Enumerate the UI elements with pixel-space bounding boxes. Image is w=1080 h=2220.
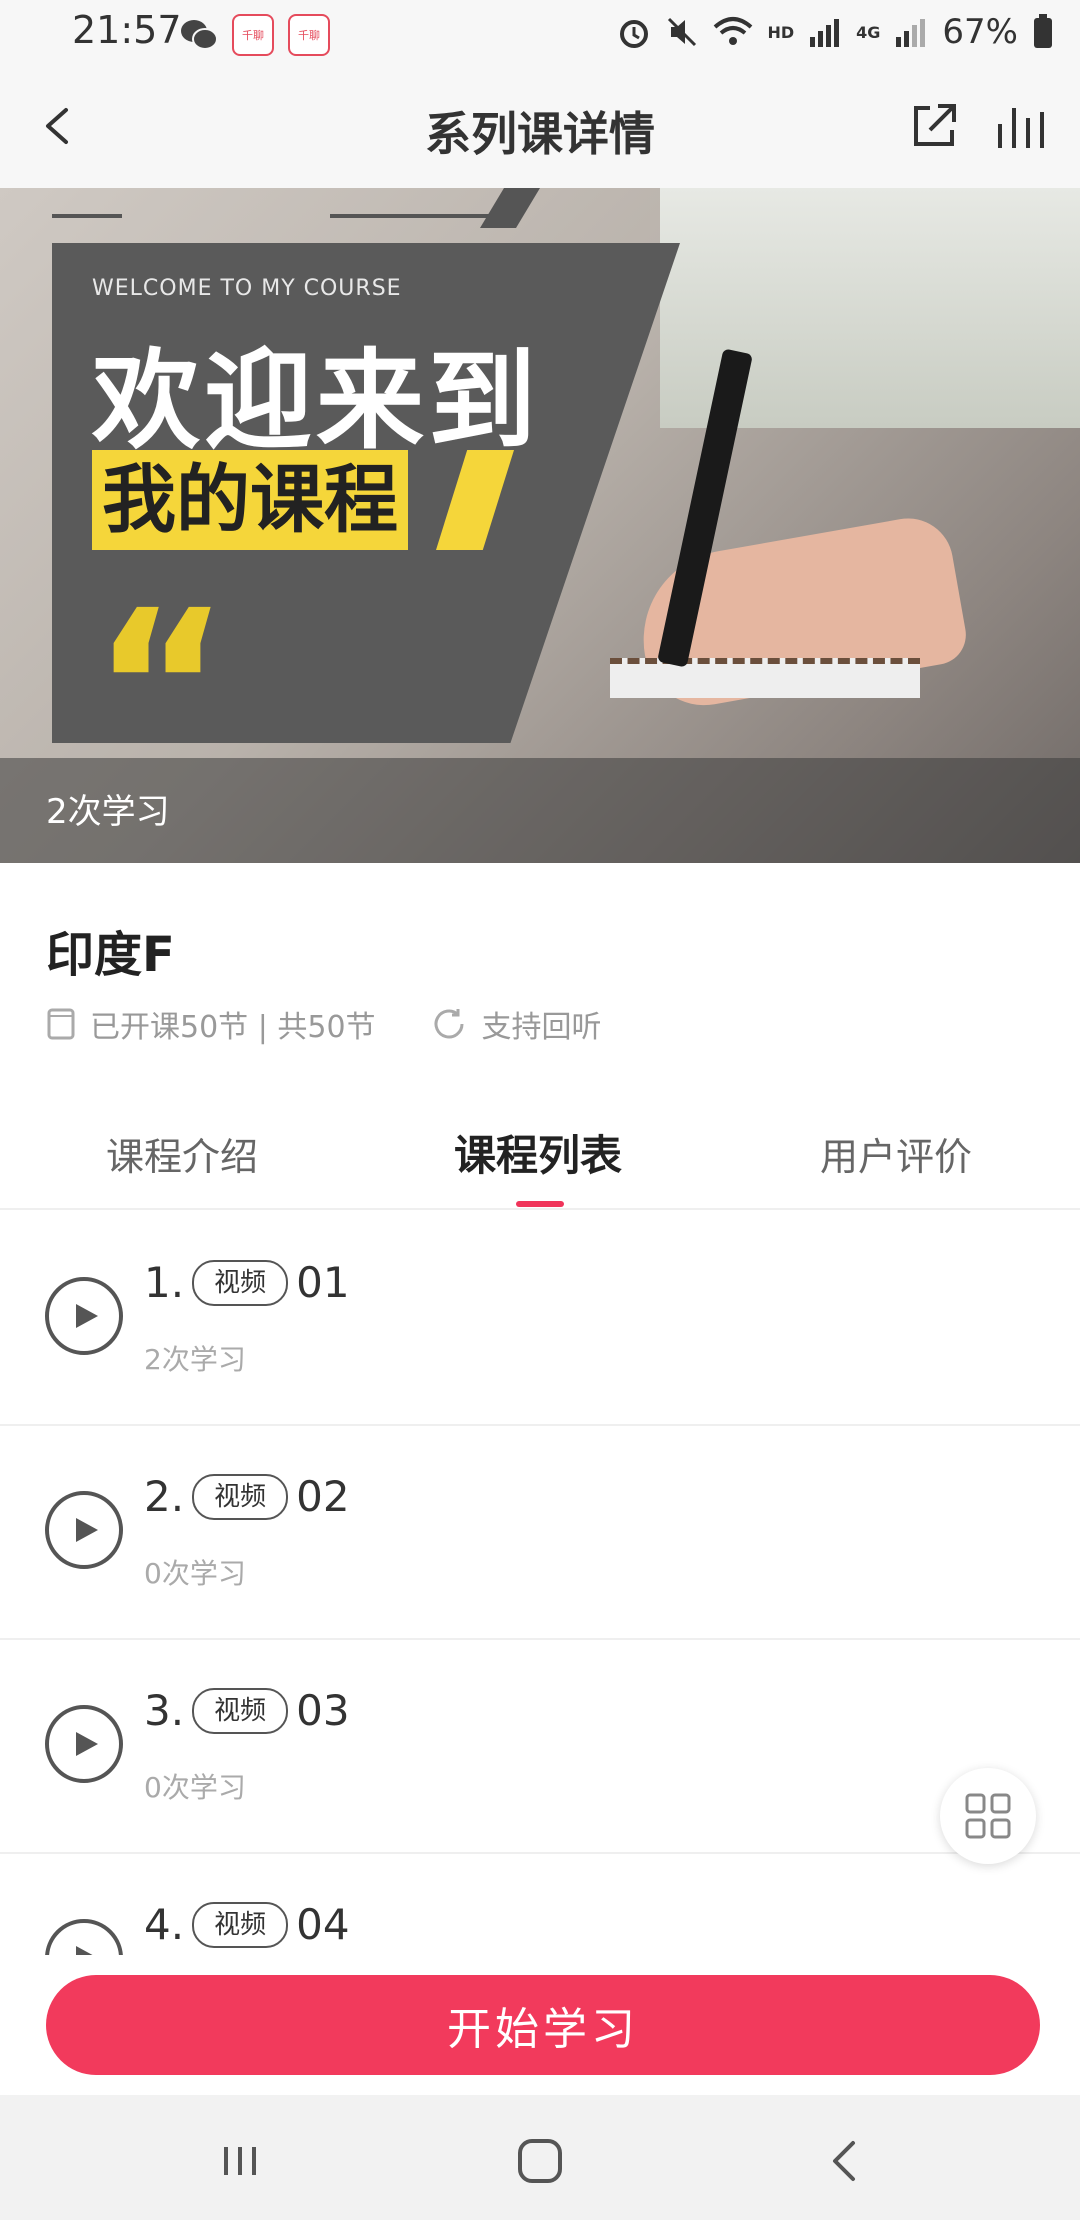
- status-bar: 21:57 千聊 千聊 HD 4G 67%: [0, 0, 1080, 66]
- lesson-index: 2.: [144, 1472, 185, 1521]
- home-icon[interactable]: [510, 2131, 570, 2191]
- lesson-title: 04: [296, 1900, 350, 1949]
- lesson-item[interactable]: 3. 视频 03 0次学习: [0, 1638, 1080, 1854]
- lesson-title-line: 2. 视频 02: [144, 1472, 350, 1521]
- signal-icon-2: [896, 19, 926, 47]
- lesson-title-line: 1. 视频 01: [144, 1258, 350, 1307]
- battery-icon: [1034, 14, 1052, 48]
- video-tag: 视频: [192, 1473, 289, 1520]
- qianliao-app-icon: 千聊: [232, 14, 274, 56]
- banner-headline: 欢迎来到: [92, 339, 541, 464]
- course-banner: WELCOME TO MY COURSE 欢迎来到 我的课程 “ 2次学习: [0, 188, 1080, 863]
- start-learning-button[interactable]: 开始学习: [46, 1975, 1040, 2075]
- qianliao-app-icon-2: 千聊: [288, 14, 330, 56]
- tab-user-reviews[interactable]: 用户评价: [820, 1126, 972, 1181]
- banner-decoration-line: [52, 214, 122, 218]
- banner-subheadline: 我的课程: [92, 450, 408, 550]
- video-tag: 视频: [192, 1901, 289, 1948]
- banner-decoration-slash: [480, 188, 540, 228]
- refresh-icon: [434, 1009, 464, 1039]
- lesson-study-count: 0次学习: [144, 1771, 246, 1804]
- lesson-title: 01: [296, 1258, 350, 1307]
- tab-course-list[interactable]: 课程列表: [454, 1122, 622, 1183]
- lesson-title-line: 4. 视频 04: [144, 1900, 350, 1949]
- course-title: 印度F: [46, 927, 175, 983]
- lesson-index: 4.: [144, 1900, 185, 1949]
- banner-notebook: [610, 658, 920, 698]
- lesson-item[interactable]: 1. 视频 01 2次学习: [0, 1210, 1080, 1426]
- lesson-index: 1.: [144, 1258, 185, 1307]
- video-tag: 视频: [192, 1259, 289, 1306]
- lesson-list: 1. 视频 01 2次学习 2. 视频 02 0次学习 3. 视频 03 0次学…: [0, 1210, 1080, 1955]
- network-label: 4G: [856, 22, 881, 42]
- lesson-title-line: 3. 视频 03: [144, 1686, 350, 1735]
- share-external-icon[interactable]: [906, 98, 962, 154]
- replay-info: 支持回听: [481, 1010, 602, 1045]
- lesson-study-count: 0次学习: [144, 1557, 246, 1590]
- top-bar: 系列课详情: [0, 66, 1080, 188]
- course-meta: 已开课50节 | 共50节 支持回听: [46, 1002, 602, 1046]
- alarm-icon: [620, 20, 649, 48]
- back-nav-icon[interactable]: [815, 2131, 875, 2191]
- play-circle-icon[interactable]: [44, 1490, 124, 1570]
- lesson-index: 3.: [144, 1686, 185, 1735]
- bottom-action-bar: 开始学习: [0, 1955, 1080, 2095]
- wechat-icon: [181, 20, 218, 50]
- lesson-study-count: 2次学习: [144, 1343, 246, 1376]
- recent-apps-icon[interactable]: [210, 2131, 270, 2191]
- banner-decoration-line: [330, 214, 490, 218]
- video-tag: 视频: [192, 1687, 289, 1734]
- wifi-icon: [714, 17, 753, 45]
- document-icon: [47, 1008, 75, 1040]
- mute-icon: [668, 17, 697, 47]
- signal-icon: [810, 19, 840, 47]
- lesson-title: 03: [296, 1686, 350, 1735]
- notification-icons: 千聊 千聊: [180, 14, 330, 56]
- grid-menu-button[interactable]: [940, 1768, 1036, 1864]
- battery-percent: 67%: [942, 12, 1018, 52]
- play-circle-icon[interactable]: [44, 1704, 124, 1784]
- lessons-info: 已开课50节 | 共50节: [90, 1010, 376, 1045]
- banner-welcome-text: WELCOME TO MY COURSE: [92, 276, 402, 301]
- play-circle-icon[interactable]: [44, 1918, 124, 1955]
- system-nav-bar: [0, 2095, 1080, 2220]
- lesson-item[interactable]: 4. 视频 04: [0, 1852, 1080, 1955]
- play-circle-icon[interactable]: [44, 1276, 124, 1356]
- banner-study-count: 2次学习: [46, 792, 170, 832]
- bar-chart-icon[interactable]: [994, 98, 1050, 154]
- active-tab-indicator: [516, 1201, 564, 1207]
- lesson-title: 02: [296, 1472, 350, 1521]
- status-time: 21:57: [72, 8, 182, 52]
- course-tabs: 课程介绍 课程列表 用户评价: [0, 1094, 1080, 1210]
- lesson-item[interactable]: 2. 视频 02 0次学习: [0, 1424, 1080, 1640]
- hd-label: HD: [767, 22, 795, 42]
- grid-icon: [965, 1793, 1011, 1839]
- system-icons: HD 4G 67%: [617, 12, 1054, 52]
- tab-course-intro[interactable]: 课程介绍: [106, 1126, 258, 1181]
